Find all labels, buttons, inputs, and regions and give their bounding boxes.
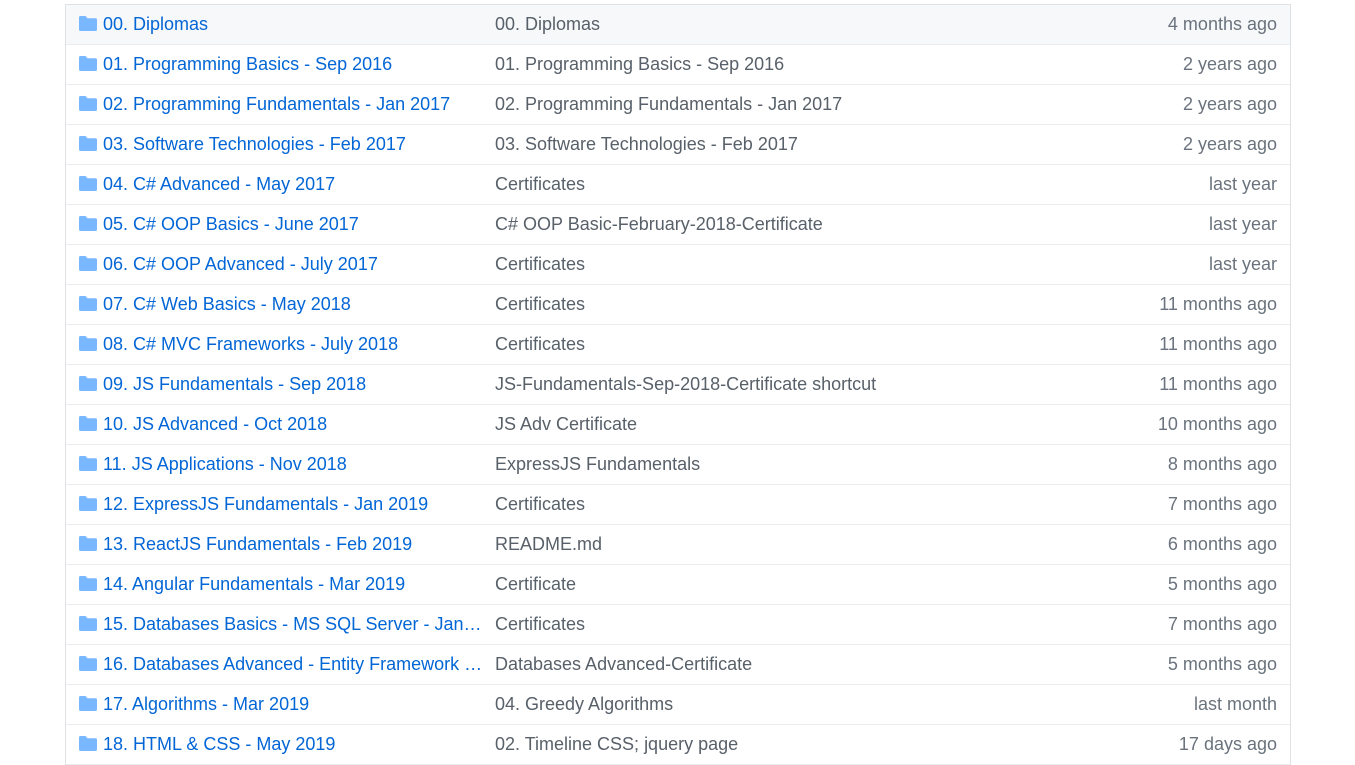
table-row[interactable]: 10. JS Advanced - Oct 2018 JS Adv Certif… — [66, 405, 1290, 445]
commit-message-link[interactable]: Certificate — [495, 565, 1055, 604]
commit-age: last year — [1208, 214, 1277, 234]
commit-message-link[interactable]: 00. Diplomas — [495, 5, 1055, 44]
commit-message-link[interactable]: Certificates — [495, 485, 1055, 524]
table-row[interactable]: 17. Algorithms - Mar 2019 04. Greedy Alg… — [66, 685, 1290, 725]
folder-icon — [79, 536, 97, 551]
commit-message-link[interactable]: Certificates — [495, 285, 1055, 324]
folder-link[interactable]: 12. ExpressJS Fundamentals - Jan 2019 — [103, 485, 483, 524]
folder-link[interactable]: 01. Programming Basics - Sep 2016 — [103, 45, 483, 84]
table-row[interactable]: 02. Programming Fundamentals - Jan 2017 … — [66, 85, 1290, 125]
folder-link[interactable]: 16. Databases Advanced - Entity Framewor… — [103, 645, 483, 684]
folder-icon — [79, 336, 97, 351]
table-row[interactable]: 16. Databases Advanced - Entity Framewor… — [66, 645, 1290, 685]
commit-age: last year — [1208, 174, 1277, 194]
table-row[interactable]: 15. Databases Basics - MS SQL Server - J… — [66, 605, 1290, 645]
table-row[interactable]: 12. ExpressJS Fundamentals - Jan 2019 Ce… — [66, 485, 1290, 525]
folder-icon — [79, 736, 97, 751]
commit-message-link[interactable]: 04. Greedy Algorithms — [495, 685, 1055, 724]
folder-link[interactable]: 10. JS Advanced - Oct 2018 — [103, 405, 483, 444]
commit-age: 2 years ago — [1182, 54, 1277, 74]
folder-icon — [79, 56, 97, 71]
commit-age: 17 days ago — [1178, 734, 1277, 754]
table-row[interactable]: 01. Programming Basics - Sep 2016 01. Pr… — [66, 45, 1290, 85]
folder-link[interactable]: 17. Algorithms - Mar 2019 — [103, 685, 483, 724]
commit-age: 2 years ago — [1182, 94, 1277, 114]
commit-age: 8 months ago — [1167, 454, 1277, 474]
commit-age: 10 months ago — [1157, 414, 1277, 434]
table-row[interactable]: 11. JS Applications - Nov 2018 ExpressJS… — [66, 445, 1290, 485]
folder-link[interactable]: 14. Angular Fundamentals - Mar 2019 — [103, 565, 483, 604]
folder-link[interactable]: 04. C# Advanced - May 2017 — [103, 165, 483, 204]
commit-message-link[interactable]: 03. Software Technologies - Feb 2017 — [495, 125, 1055, 164]
table-row[interactable]: 04. C# Advanced - May 2017 Certificates … — [66, 165, 1290, 205]
table-row[interactable]: 07. C# Web Basics - May 2018 Certificate… — [66, 285, 1290, 325]
folder-link[interactable]: 05. C# OOP Basics - June 2017 — [103, 205, 483, 244]
folder-link[interactable]: 06. C# OOP Advanced - July 2017 — [103, 245, 483, 284]
table-row[interactable]: 09. JS Fundamentals - Sep 2018 JS-Fundam… — [66, 365, 1290, 405]
folder-icon — [79, 496, 97, 511]
commit-message-link[interactable]: 02. Programming Fundamentals - Jan 2017 — [495, 85, 1055, 124]
commit-age: 11 months ago — [1159, 294, 1277, 314]
table-row[interactable]: 08. C# MVC Frameworks - July 2018 Certif… — [66, 325, 1290, 365]
commit-message-link[interactable]: 02. Timeline CSS; jquery page — [495, 725, 1055, 764]
folder-link[interactable]: 11. JS Applications - Nov 2018 — [103, 445, 483, 484]
commit-message-link[interactable]: Certificates — [495, 325, 1055, 364]
commit-age: 4 months ago — [1167, 14, 1277, 34]
folder-icon — [79, 176, 97, 191]
folder-icon — [79, 576, 97, 591]
folder-link[interactable]: 09. JS Fundamentals - Sep 2018 — [103, 365, 483, 404]
commit-age: 11 months ago — [1159, 374, 1277, 394]
folder-link[interactable]: 07. C# Web Basics - May 2018 — [103, 285, 483, 324]
commit-message-link[interactable]: C# OOP Basic-February-2018-Certificate — [495, 205, 1055, 244]
folder-link[interactable]: 02. Programming Fundamentals - Jan 2017 — [103, 85, 483, 124]
commit-age: 7 months ago — [1167, 614, 1277, 634]
table-row[interactable]: 13. ReactJS Fundamentals - Feb 2019 READ… — [66, 525, 1290, 565]
folder-icon — [79, 376, 97, 391]
folder-icon — [79, 656, 97, 671]
commit-age: 6 months ago — [1167, 534, 1277, 554]
commit-message-link[interactable]: README.md — [495, 525, 1055, 564]
folder-link[interactable]: 08. C# MVC Frameworks - July 2018 — [103, 325, 483, 364]
commit-message-link[interactable]: Certificates — [495, 605, 1055, 644]
table-row[interactable]: 06. C# OOP Advanced - July 2017 Certific… — [66, 245, 1290, 285]
commit-age: last year — [1208, 254, 1277, 274]
folder-icon — [79, 616, 97, 631]
file-list-table: 00. Diplomas 00. Diplomas 4 months ago 0… — [65, 4, 1291, 765]
folder-icon — [79, 16, 97, 31]
folder-icon — [79, 136, 97, 151]
commit-age: 5 months ago — [1167, 654, 1277, 674]
commit-message-link[interactable]: JS Adv Certificate — [495, 405, 1055, 444]
folder-icon — [79, 216, 97, 231]
folder-link[interactable]: 00. Diplomas — [103, 5, 483, 44]
folder-link[interactable]: 13. ReactJS Fundamentals - Feb 2019 — [103, 525, 483, 564]
commit-message-link[interactable]: Certificates — [495, 245, 1055, 284]
folder-link[interactable]: 15. Databases Basics - MS SQL Server - J… — [103, 605, 483, 644]
folder-link[interactable]: 18. HTML & CSS - May 2019 — [103, 725, 483, 764]
folder-icon — [79, 696, 97, 711]
folder-icon — [79, 296, 97, 311]
commit-message-link[interactable]: Databases Advanced-Certificate — [495, 645, 1055, 684]
table-row[interactable]: 14. Angular Fundamentals - Mar 2019 Cert… — [66, 565, 1290, 605]
commit-message-link[interactable]: Certificates — [495, 165, 1055, 204]
folder-icon — [79, 96, 97, 111]
table-row[interactable]: 00. Diplomas 00. Diplomas 4 months ago — [66, 5, 1290, 45]
commit-age: 5 months ago — [1167, 574, 1277, 594]
commit-age: 7 months ago — [1167, 494, 1277, 514]
commit-message-link[interactable]: JS-Fundamentals-Sep-2018-Certificate sho… — [495, 365, 1055, 404]
folder-link[interactable]: 03. Software Technologies - Feb 2017 — [103, 125, 483, 164]
folder-icon — [79, 416, 97, 431]
table-row[interactable]: 05. C# OOP Basics - June 2017 C# OOP Bas… — [66, 205, 1290, 245]
commit-age: 2 years ago — [1182, 134, 1277, 154]
folder-icon — [79, 256, 97, 271]
commit-message-link[interactable]: ExpressJS Fundamentals — [495, 445, 1055, 484]
folder-icon — [79, 456, 97, 471]
commit-message-link[interactable]: 01. Programming Basics - Sep 2016 — [495, 45, 1055, 84]
commit-age: last month — [1193, 694, 1277, 714]
table-row[interactable]: 03. Software Technologies - Feb 2017 03.… — [66, 125, 1290, 165]
commit-age: 11 months ago — [1159, 334, 1277, 354]
table-row[interactable]: 18. HTML & CSS - May 2019 02. Timeline C… — [66, 725, 1290, 765]
